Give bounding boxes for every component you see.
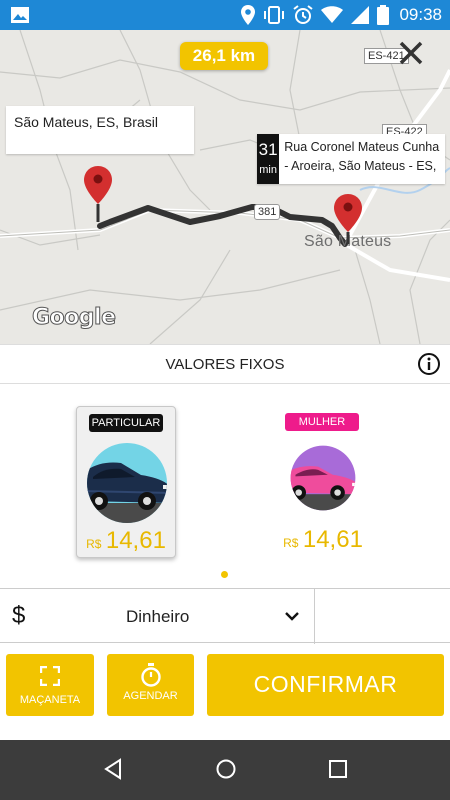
timer-icon bbox=[141, 663, 161, 687]
origin-address-box[interactable]: São Mateus, ES, Brasil bbox=[6, 106, 194, 154]
macaneta-label: MAÇANETA bbox=[19, 694, 81, 706]
ride-tag-particular: PARTICULAR bbox=[89, 414, 163, 432]
scan-frame-icon bbox=[40, 666, 60, 686]
info-icon[interactable] bbox=[417, 352, 441, 376]
image-icon bbox=[11, 7, 29, 23]
map-roads bbox=[0, 30, 450, 344]
eta-unit: min bbox=[259, 164, 277, 176]
eta-badge: 31 min bbox=[257, 134, 280, 184]
ride-option-mulher[interactable]: MULHER R$ 14,61 bbox=[273, 406, 373, 558]
wifi-icon bbox=[321, 6, 344, 23]
currency-particular: R$ bbox=[86, 537, 102, 551]
battery-icon bbox=[377, 5, 390, 25]
price-value-particular: 14,61 bbox=[105, 527, 166, 554]
system-nav-bar bbox=[0, 740, 450, 800]
fixed-prices-title: VALORES FIXOS bbox=[165, 356, 285, 373]
route-map[interactable]: ES-421 ES-422 381 26,1 km São Mateus, ES… bbox=[0, 30, 450, 344]
car-particular-icon bbox=[87, 443, 167, 523]
price-mulher: R$ 14,61 bbox=[273, 526, 373, 554]
macaneta-button[interactable]: MAÇANETA bbox=[6, 654, 94, 716]
payment-divider bbox=[314, 589, 315, 644]
pager-dot bbox=[221, 571, 228, 578]
car-mulher-icon bbox=[290, 445, 356, 511]
alarm-icon bbox=[293, 5, 314, 24]
confirmar-label: CONFIRMAR bbox=[253, 671, 398, 697]
destination-pin-icon bbox=[334, 194, 362, 244]
status-time: 09:38 bbox=[399, 5, 442, 24]
price-value-mulher: 14,61 bbox=[302, 526, 363, 553]
agendar-label: AGENDAR bbox=[123, 690, 178, 702]
currency-mulher: R$ bbox=[283, 536, 299, 550]
google-logo: Google bbox=[32, 305, 117, 331]
chevron-down-icon[interactable] bbox=[284, 609, 300, 623]
ride-option-particular[interactable]: PARTICULAR R$ 14,61 bbox=[76, 406, 176, 558]
origin-address: São Mateus, ES, Brasil bbox=[14, 114, 158, 130]
vibrate-icon bbox=[264, 6, 285, 24]
agendar-button[interactable]: AGENDAR bbox=[107, 654, 194, 716]
distance-badge: 26,1 km bbox=[180, 42, 268, 70]
recents-icon[interactable] bbox=[328, 758, 348, 780]
signal-icon bbox=[351, 6, 370, 24]
location-icon bbox=[241, 5, 256, 25]
home-icon[interactable] bbox=[215, 758, 237, 780]
destination-address-box[interactable]: 31 min Rua Coronel Mateus Cunha - Aroeir… bbox=[257, 134, 445, 184]
origin-pin-icon bbox=[84, 166, 112, 222]
road-label-381: 381 bbox=[254, 204, 281, 220]
payment-method-label: Dinheiro bbox=[126, 607, 190, 626]
price-particular: R$ 14,61 bbox=[77, 527, 175, 555]
payment-method-selector[interactable]: $ Dinheiro bbox=[0, 588, 450, 644]
ride-tag-mulher: MULHER bbox=[285, 413, 359, 431]
fixed-prices-header: VALORES FIXOS bbox=[0, 344, 450, 384]
status-bar: 09:38 bbox=[0, 0, 450, 30]
eta-value: 31 bbox=[258, 140, 278, 159]
back-icon[interactable] bbox=[103, 758, 123, 780]
dollar-icon: $ bbox=[12, 602, 26, 629]
destination-address: Rua Coronel Mateus Cunha - Aroeira, São … bbox=[284, 140, 440, 173]
close-icon[interactable] bbox=[396, 38, 426, 68]
confirmar-button[interactable]: CONFIRMAR bbox=[207, 654, 444, 716]
